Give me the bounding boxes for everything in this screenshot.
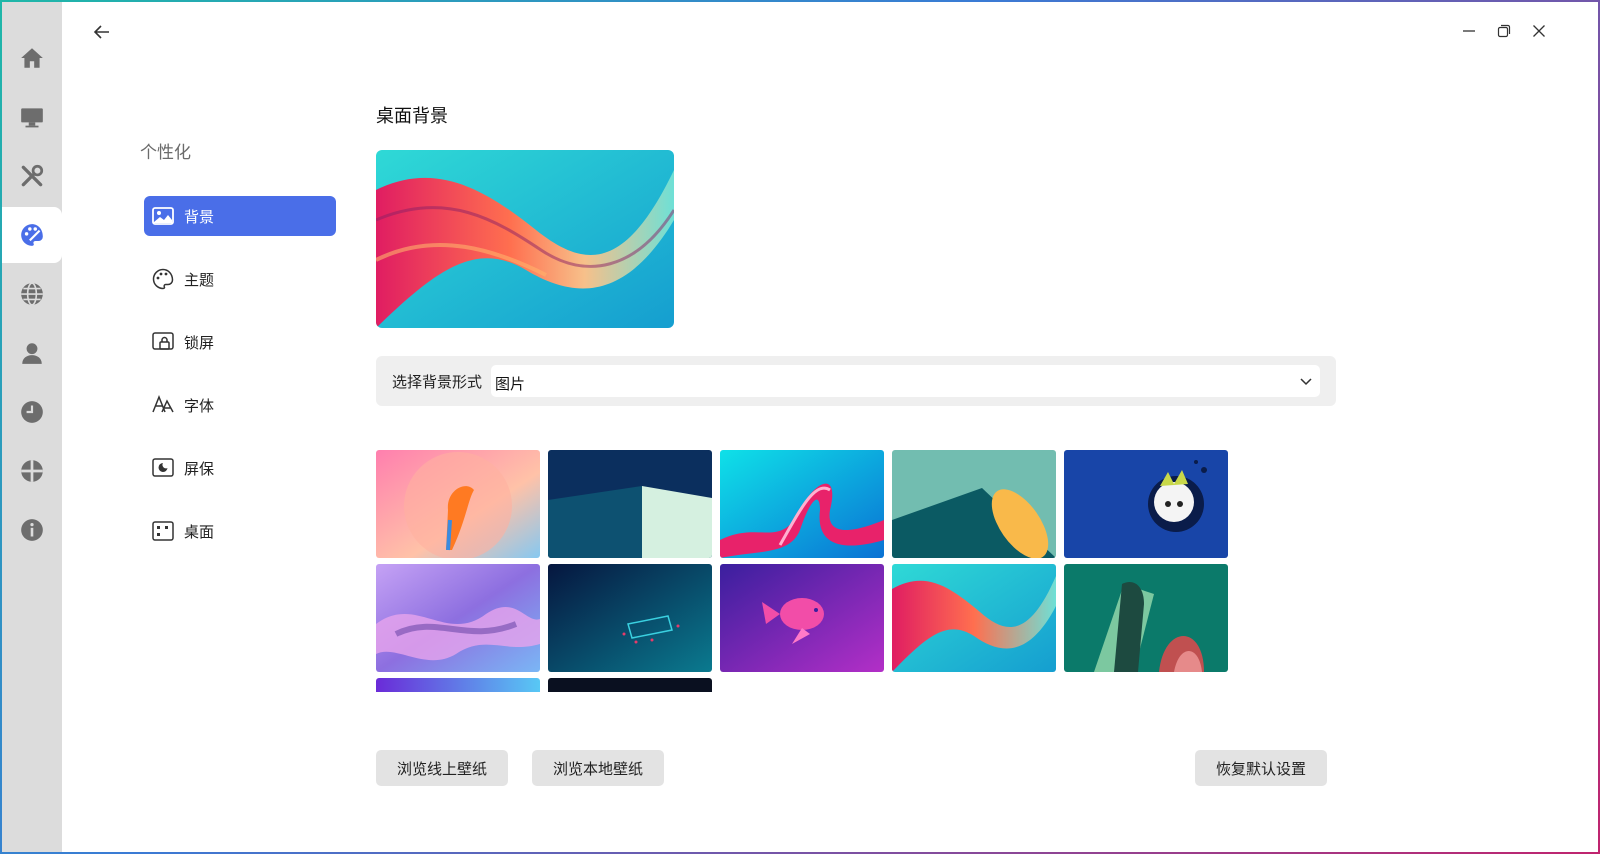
nav-item-background[interactable]: 背景 [144, 196, 336, 236]
rail-home[interactable] [2, 30, 62, 86]
wallpaper-thumbnail[interactable] [548, 450, 712, 558]
current-wallpaper-preview [376, 150, 674, 328]
image-icon [152, 205, 174, 227]
display-icon [21, 108, 43, 128]
back-arrow-icon [93, 25, 109, 39]
nav-item-desktop[interactable]: 桌面 [144, 511, 336, 551]
wallpaper-thumbnail[interactable] [548, 678, 712, 692]
nav-item-label: 锁屏 [184, 333, 215, 352]
wallpaper-thumbnail[interactable] [892, 564, 1056, 672]
tools-icon [21, 164, 44, 187]
background-type-select[interactable]: 图片 [491, 365, 1320, 397]
network-icon [21, 282, 43, 306]
chevron-down-icon [1300, 378, 1312, 386]
wallpaper-thumbnail[interactable] [1064, 450, 1228, 558]
background-type-value: 图片 [495, 375, 526, 393]
screensaver-icon [152, 457, 174, 479]
browse-local-wallpaper-button[interactable]: 浏览本地壁纸 [532, 750, 664, 786]
home-icon [21, 48, 43, 68]
wallpaper-thumbnail[interactable] [548, 564, 712, 672]
wallpaper-thumbnail[interactable] [376, 678, 540, 692]
personalize-icon [21, 224, 43, 246]
nav-item-label: 屏保 [184, 459, 215, 478]
wallpaper-thumbnail[interactable] [892, 450, 1056, 558]
lock-screen-icon [152, 331, 174, 353]
font-icon [152, 394, 174, 416]
rail-datetime[interactable] [2, 384, 62, 440]
nav-item-label: 主题 [184, 270, 215, 289]
rail-applications[interactable] [2, 443, 62, 499]
section-title: 个性化 [140, 143, 191, 163]
nav-item-label: 桌面 [184, 522, 215, 541]
rail-account[interactable] [2, 325, 62, 381]
wallpaper-thumbnail[interactable] [376, 564, 540, 672]
close-button[interactable] [1524, 16, 1554, 46]
wallpaper-thumbnail[interactable] [720, 450, 884, 558]
clock-icon [21, 401, 43, 423]
rail-display[interactable] [2, 89, 62, 145]
minimize-icon [1463, 30, 1475, 32]
wallpaper-thumbnail[interactable] [1064, 564, 1228, 672]
restore-icon [1497, 24, 1511, 38]
minimize-button[interactable] [1454, 16, 1484, 46]
rail-network[interactable] [2, 266, 62, 322]
nav-item-lockscreen[interactable]: 锁屏 [144, 322, 336, 362]
restore-defaults-button[interactable]: 恢复默认设置 [1195, 750, 1327, 786]
settings-window: 个性化 背景 主题 锁屏 字体 屏保 桌面 桌面背景 选择背景形式 图片 浏览线… [2, 2, 1598, 852]
rail-personalize[interactable] [2, 207, 62, 263]
nav-item-font[interactable]: 字体 [144, 385, 336, 425]
rail-tools[interactable] [2, 148, 62, 204]
page-title: 桌面背景 [376, 106, 448, 127]
desktop-grid-icon [152, 520, 174, 542]
nav-item-label: 背景 [184, 207, 215, 226]
maximize-button[interactable] [1489, 16, 1519, 46]
rail-about[interactable] [2, 502, 62, 558]
background-type-row: 选择背景形式 图片 [376, 356, 1336, 406]
nav-item-label: 字体 [184, 396, 215, 415]
nav-item-screensaver[interactable]: 屏保 [144, 448, 336, 488]
wallpaper-grid [376, 450, 1236, 692]
nav-item-theme[interactable]: 主题 [144, 259, 336, 299]
background-type-label: 选择背景形式 [392, 373, 483, 391]
applications-icon [21, 460, 43, 482]
account-icon [22, 343, 42, 364]
wallpaper-thumbnail[interactable] [720, 564, 884, 672]
close-icon [1533, 25, 1545, 37]
palette-icon [152, 268, 174, 290]
info-icon [21, 519, 43, 541]
category-rail [2, 2, 62, 852]
browse-online-wallpaper-button[interactable]: 浏览线上壁纸 [376, 750, 508, 786]
back-button[interactable] [88, 18, 116, 46]
wallpaper-thumbnail[interactable] [376, 450, 540, 558]
